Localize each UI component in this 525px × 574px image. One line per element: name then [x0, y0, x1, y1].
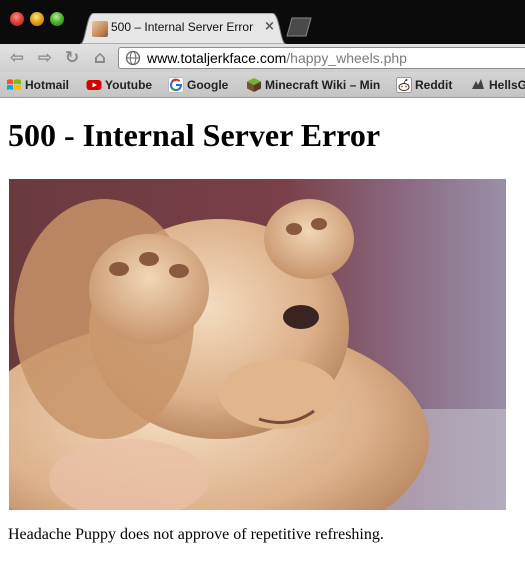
minecraft-block-icon	[247, 78, 261, 92]
windows-flag-icon	[7, 79, 21, 90]
home-icon[interactable]: ⌂	[89, 47, 111, 69]
window-minimize-button[interactable]	[30, 12, 44, 26]
hells-icon	[472, 79, 484, 89]
favicon-icon	[92, 21, 108, 37]
image-caption: Headache Puppy does not approve of repet…	[8, 526, 384, 543]
globe-icon	[125, 50, 141, 66]
window-zoom-button[interactable]	[50, 12, 64, 26]
page-title: 500 - Internal Server Error	[8, 117, 381, 153]
headache-puppy-image	[9, 179, 506, 510]
reddit-alien-icon	[396, 77, 412, 93]
forward-arrow-icon[interactable]: ⇨	[34, 47, 56, 69]
bookmark-label: Youtube	[105, 78, 153, 92]
bookmark-label: Hotmail	[25, 78, 70, 92]
bookmark-label: Reddit	[415, 78, 453, 92]
tab-active[interactable]: 500 – Internal Server Error ×	[80, 13, 286, 44]
google-g-icon	[168, 77, 184, 93]
bookmarks-bar: Hotmail Youtube Google Minecraft Wiki – …	[0, 72, 525, 98]
bookmark-label: Google	[187, 78, 229, 92]
bookmark-label: Minecraft Wiki – Minecraft	[265, 78, 380, 92]
puppy-illustration	[9, 179, 506, 510]
url-path: /happy_wheels.php	[286, 50, 407, 66]
browser-chrome: 500 – Internal Server Error × ⇦ ⇨ ↻ ⌂ ww…	[0, 0, 525, 98]
url-text[interactable]: www.totaljerkface.com/happy_wheels.php	[147, 50, 407, 66]
new-tab-button[interactable]	[284, 17, 314, 37]
tab-title: 500 – Internal Server Error	[111, 20, 254, 34]
tab-strip: 500 – Internal Server Error ×	[0, 0, 525, 44]
address-bar[interactable]: www.totaljerkface.com/happy_wheels.php	[118, 47, 525, 69]
reload-icon[interactable]: ↻	[61, 47, 83, 69]
bookmark-minecraft-wiki[interactable]: Minecraft Wiki – Minecraft	[246, 76, 380, 94]
navigation-toolbar: ⇦ ⇨ ↻ ⌂ www.totaljerkface.com/happy_whee…	[0, 44, 525, 72]
url-domain: www.totaljerkface.com	[147, 50, 287, 66]
tab-close-icon[interactable]: ×	[264, 19, 275, 34]
bookmark-label: HellsG	[489, 78, 525, 92]
back-arrow-icon[interactable]: ⇦	[6, 47, 28, 69]
youtube-play-icon	[86, 80, 102, 90]
window-close-button[interactable]	[10, 12, 24, 26]
